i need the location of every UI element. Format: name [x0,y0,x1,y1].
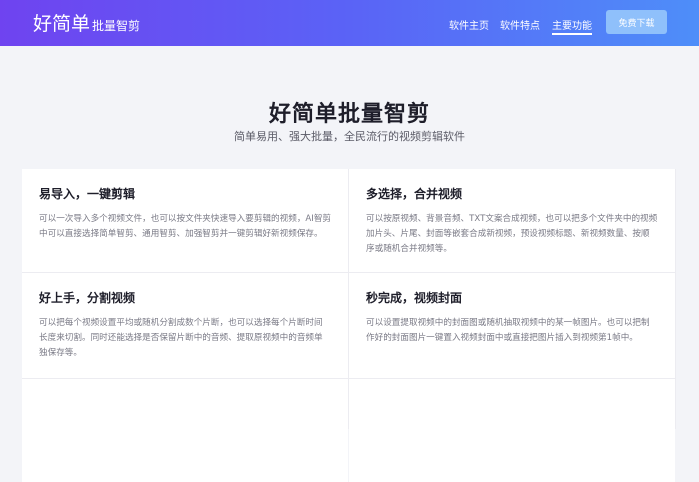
feature-description: 可以把每个视频设置平均或随机分割成数个片断，也可以选择每个片断时间长度来切割。同… [39,318,323,358]
feature-card: 易导入，一键剪辑 可以一次导入多个视频文件，也可以按文件夹快速导入要剪辑的视频，… [22,169,348,272]
free-download-button[interactable]: 免费下载 [606,10,667,34]
feature-description: 可以设置提取视频中的封面图或随机抽取视频中的某一帧图片。也可以把制作好的封面图片… [366,318,650,343]
feature-description: 可以一次导入多个视频文件，也可以按文件夹快速导入要剪辑的视频，AI智剪中可以直接… [39,214,332,239]
feature-card: 多选择，合并视频 可以按原视频、背景音频、TXT文案合成视频，也可以把多个文件夹… [349,169,675,272]
feature-card: 秒完成，视频封面 可以设置提取视频中的封面图或随机抽取视频中的某一帧图片。也可以… [349,273,675,378]
nav-item-home[interactable]: 软件主页 [449,17,489,32]
feature-description: 可以按原视频、背景音频、TXT文案合成视频，也可以把多个文件夹中的视频加片头、片… [366,214,658,254]
feature-grid: 易导入，一键剪辑 可以一次导入多个视频文件，也可以按文件夹快速导入要剪辑的视频，… [22,169,676,482]
nav-item-main-functions[interactable]: 主要功能 [552,17,592,35]
top-header: 好简单 批量智剪 软件主页 软件特点 主要功能 免费下载 [0,0,699,46]
logo[interactable]: 好简单 批量智剪 [33,9,140,36]
logo-main-text: 好简单 [33,13,91,35]
page-title: 好简单批量智剪 [268,102,430,127]
feature-title: 多选择，合并视频 [366,187,463,201]
feature-title: 秒完成，视频封面 [366,291,463,305]
feature-card: 好上手，分割视频 可以把每个视频设置平均或随机分割成数个片断，也可以选择每个片断… [22,273,348,378]
page-subtitle: 简单易用、强大批量，全民流行的视频剪辑软件 [234,130,465,143]
feature-title: 好上手，分割视频 [39,291,136,305]
feature-card [349,379,675,482]
logo-sub-text: 批量智剪 [92,19,141,33]
feature-card [22,379,348,482]
feature-title: 易导入，一键剪辑 [39,187,136,201]
nav-item-features[interactable]: 软件特点 [500,17,540,32]
